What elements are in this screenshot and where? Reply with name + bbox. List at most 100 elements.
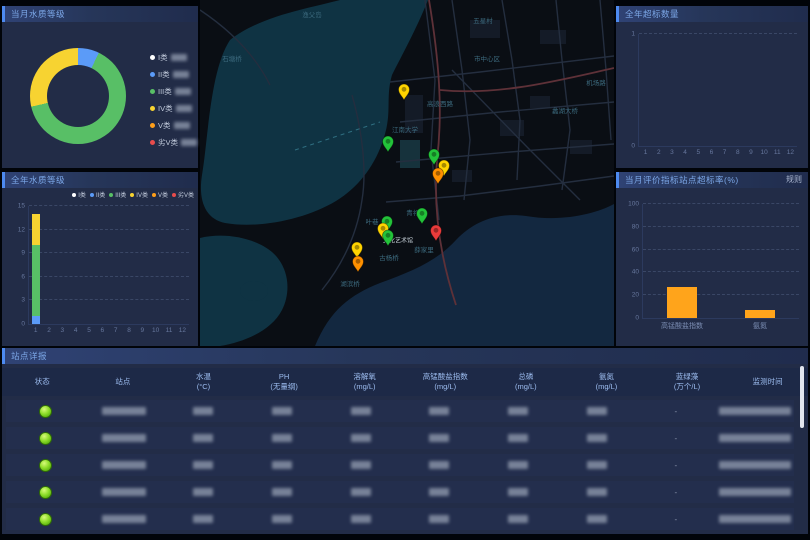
legend-item[interactable]: IV类 — [130, 190, 148, 199]
map-water-se — [315, 204, 614, 346]
map-place-label: 机场路 — [586, 77, 606, 87]
annual-bar-chart: 03691215123456789101112 — [28, 206, 189, 325]
y-tick-label: 0 — [631, 143, 635, 150]
legend-item[interactable]: I类 — [150, 52, 197, 63]
x-tick-label: 12 — [787, 149, 794, 156]
legend-label: II类 — [96, 190, 105, 199]
redacted-value — [508, 515, 528, 523]
map-pin[interactable] — [430, 165, 446, 185]
redacted-value — [508, 488, 528, 496]
x-tick-label: 11 — [774, 149, 781, 156]
table-scrollbar[interactable] — [800, 366, 804, 428]
table-cell — [479, 407, 558, 415]
y-tick-label: 40 — [632, 269, 639, 276]
table-cell — [242, 407, 321, 415]
column-unit: (万个/L) — [674, 382, 700, 392]
table-cell — [6, 513, 85, 526]
table-cell — [558, 515, 637, 523]
table-cell — [242, 461, 321, 469]
donut-hole — [47, 65, 109, 127]
panel-title: 站点详报 — [11, 348, 47, 364]
x-tick-label: 6 — [101, 327, 105, 334]
table-cell: - — [636, 488, 715, 497]
map-pond — [240, 281, 268, 301]
x-tick-label: 10 — [152, 327, 159, 334]
map-pin[interactable] — [380, 133, 396, 153]
redacted-value — [272, 434, 292, 442]
map-canvas[interactable]: 石塘桥渔父岛五星村市中心区机场路高浪西路蠡湖大桥江南大学青祁桥叶巷薛家里古杨桥湖… — [200, 0, 614, 346]
legend-label: IV类 — [158, 103, 173, 114]
table-cell — [400, 407, 479, 415]
table-column-header: 监测时间 — [727, 368, 808, 396]
redacted-value — [719, 407, 791, 415]
legend-item[interactable]: IV类 — [150, 103, 197, 114]
legend-dot-icon — [150, 55, 155, 60]
table-cell — [242, 434, 321, 442]
table-cell — [715, 434, 794, 442]
legend-value-redacted — [175, 88, 191, 95]
panel-title: 当月水质等级 — [11, 6, 65, 22]
legend-item[interactable]: II类 — [90, 190, 105, 199]
gridline — [29, 205, 189, 206]
table-column-header: 溶解氧(mg/L) — [324, 368, 405, 396]
redacted-value — [587, 488, 607, 496]
redacted-value — [193, 515, 213, 523]
table-cell — [715, 407, 794, 415]
table-cell — [715, 488, 794, 496]
legend-item[interactable]: V类 — [152, 190, 168, 199]
map-pin[interactable] — [350, 253, 366, 273]
legend-item[interactable]: III类 — [109, 190, 126, 199]
rate-bar — [667, 287, 697, 318]
redacted-value — [508, 434, 528, 442]
table-cell — [558, 461, 637, 469]
map-place-label: 古杨桥 — [379, 252, 399, 262]
map-pin[interactable] — [428, 222, 444, 242]
panel-title: 当月评价指标站点超标率(%) — [625, 172, 739, 188]
table-cell — [479, 434, 558, 442]
x-tick-label: 5 — [696, 149, 700, 156]
legend-label: 劣V类 — [178, 190, 194, 199]
x-tick-label: 7 — [723, 149, 727, 156]
column-label: 状态 — [35, 377, 50, 387]
table-cell — [400, 488, 479, 496]
y-tick-label: 6 — [21, 273, 25, 280]
table-row: - — [6, 481, 794, 503]
legend-label: V类 — [158, 190, 168, 199]
legend-dot-icon — [90, 193, 94, 197]
table-cell — [558, 434, 637, 442]
panel-header: 站点详报 — [2, 348, 808, 364]
y-tick-label: 12 — [18, 226, 25, 233]
y-tick-label: 15 — [18, 203, 25, 210]
map-pin[interactable] — [396, 81, 412, 101]
column-unit: (mg/L) — [515, 382, 537, 392]
x-tick-label: 10 — [760, 149, 767, 156]
redacted-value — [351, 461, 371, 469]
x-tick-label: 3 — [670, 149, 674, 156]
column-label: 溶解氧 — [353, 372, 376, 382]
table-row: - — [6, 454, 794, 476]
table-column-header: 总磷(mg/L) — [486, 368, 567, 396]
table-column-header: 状态 — [2, 368, 83, 396]
legend-item[interactable]: 劣V类 — [150, 137, 197, 148]
legend-item[interactable]: V类 — [150, 120, 197, 131]
legend-item[interactable]: II类 — [150, 69, 197, 80]
map-place-label: 五星村 — [473, 15, 493, 25]
column-unit: (无量纲) — [270, 382, 298, 392]
column-label: 高锰酸盐指数 — [423, 372, 468, 382]
panel-title: 全年水质等级 — [11, 172, 65, 188]
table-row: - — [6, 400, 794, 422]
legend-value-redacted — [173, 71, 189, 78]
table-cell — [6, 486, 85, 499]
map-place-label: 蠡湖大桥 — [552, 105, 578, 115]
legend-item[interactable]: I类 — [72, 190, 86, 199]
legend-item[interactable]: III类 — [150, 86, 197, 97]
table-column-header: 水温(°C) — [163, 368, 244, 396]
legend-item[interactable]: 劣V类 — [172, 190, 194, 199]
map-pin[interactable] — [380, 227, 396, 247]
panel-monthly-rate: 当月评价指标站点超标率(%) 规则 020406080100高锰酸盐指数氨氮 — [616, 172, 808, 346]
status-dot-icon — [39, 405, 52, 418]
map-place-label: 薛家里 — [414, 244, 434, 254]
rules-link[interactable]: 规则 — [786, 172, 802, 188]
redacted-value — [719, 515, 791, 523]
y-tick-label: 3 — [21, 297, 25, 304]
